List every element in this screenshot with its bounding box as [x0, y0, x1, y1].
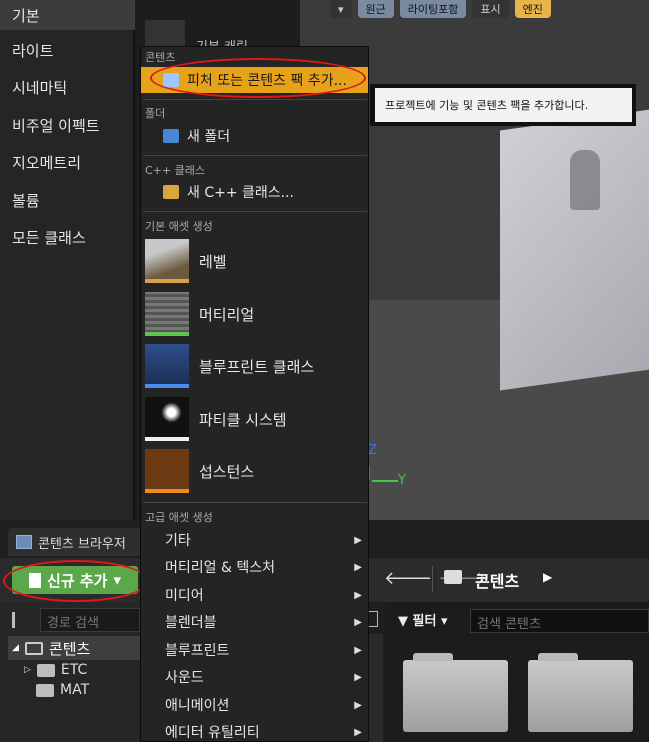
new-document-icon — [29, 572, 42, 588]
collapse-triangle-icon[interactable]: ◢ — [12, 643, 19, 653]
viewport-options-button[interactable]: ▾ — [330, 0, 352, 18]
content-browser-tab[interactable]: 콘텐츠 브라우저 — [8, 528, 143, 556]
asset-folder-tile[interactable] — [528, 653, 633, 732]
chevron-down-icon: ▾ — [440, 614, 448, 629]
open-folder-icon — [24, 641, 43, 655]
asset-level-item[interactable]: 레벨 — [145, 236, 368, 286]
new-folder-item[interactable]: 새 폴더 — [141, 123, 368, 149]
perspective-button[interactable]: 원근 — [357, 0, 394, 18]
feature-pack-icon — [163, 73, 179, 87]
new-folder-icon — [163, 129, 179, 143]
chevron-right-icon[interactable]: ▶ — [543, 570, 552, 584]
new-cpp-class-item[interactable]: 새 C++ 클래스... — [141, 179, 368, 205]
axis-z-label: Z — [368, 443, 377, 458]
category-volumes[interactable]: 볼륨 — [12, 190, 40, 211]
submenu-materials-textures[interactable]: 머티리얼 & 텍스처 ▶ — [141, 554, 368, 580]
folder-icon — [36, 683, 54, 697]
submenu-media[interactable]: 미디어 ▶ — [141, 582, 368, 608]
submenu-arrow-icon: ▶ — [354, 616, 362, 628]
category-lights[interactable]: 라이트 — [12, 40, 53, 61]
menu-divider — [143, 155, 367, 156]
viewport-mannequin — [570, 150, 600, 210]
chevron-down-icon: ▾ — [113, 571, 121, 589]
asset-material-item[interactable]: 머티리얼 — [145, 289, 368, 339]
path-search-input[interactable]: 경로 검색 — [40, 608, 140, 632]
menu-section-basic-assets: 기본 애셋 생성 — [145, 220, 213, 233]
level-icon — [145, 239, 189, 283]
engine-button[interactable]: 엔진 — [514, 0, 551, 18]
submenu-blueprints[interactable]: 블루프린트 ▶ — [141, 637, 368, 663]
particle-icon — [145, 397, 189, 441]
tree-list-icon[interactable] — [12, 612, 30, 628]
filter-button[interactable]: ▼ 필터 ▾ — [398, 610, 448, 629]
submenu-editor-utilities[interactable]: 에디터 유틸리티 ▶ — [141, 719, 368, 742]
material-icon — [145, 292, 189, 336]
tree-item-mat[interactable]: MAT — [36, 682, 89, 698]
add-feature-pack-item[interactable]: 피처 또는 콘텐츠 팩 추가... — [141, 67, 368, 93]
category-visual-effects[interactable]: 비주얼 이펙트 — [12, 115, 100, 136]
submenu-arrow-icon: ▶ — [354, 671, 362, 683]
tooltip: 프로젝트에 기능 및 콘텐츠 팩을 추가합니다. — [374, 87, 633, 123]
category-cinematic[interactable]: 시네마틱 — [12, 77, 67, 98]
submenu-arrow-icon: ▶ — [354, 726, 362, 738]
add-new-menu: 콘텐츠 피처 또는 콘텐츠 팩 추가... 폴더 새 폴더 C++ 클래스 새 … — [140, 46, 369, 742]
menu-section-folder: 폴더 — [145, 107, 166, 120]
lit-button[interactable]: 라이팅포함 — [399, 0, 467, 18]
history-nav: 🡐 🡒 — [384, 568, 487, 589]
submenu-arrow-icon: ▶ — [354, 534, 362, 546]
folder-icon — [444, 570, 462, 584]
submenu-arrow-icon: ▶ — [354, 699, 362, 711]
submenu-blendables[interactable]: 블렌더블 ▶ — [141, 609, 368, 635]
submenu-sounds[interactable]: 사운드 ▶ — [141, 664, 368, 690]
cpp-class-icon — [163, 185, 179, 199]
tree-item-etc[interactable]: ▷ ETC — [24, 662, 87, 678]
add-new-button[interactable]: 신규 추가 ▾ — [12, 566, 138, 594]
axis-y-label: Y — [398, 473, 406, 488]
asset-particle-item[interactable]: 파티클 시스템 — [145, 394, 368, 444]
menu-divider — [143, 99, 367, 100]
toolbar-divider — [432, 566, 433, 592]
back-arrow-icon[interactable]: 🡐 — [384, 568, 432, 589]
category-panel: 기본 라이트 시네마틱 비주얼 이펙트 지오메트리 볼륨 모든 클래스 — [0, 0, 135, 520]
menu-section-cpp: C++ 클래스 — [145, 164, 205, 177]
axis-x-line — [372, 480, 398, 482]
menu-divider — [143, 211, 367, 212]
asset-folder-tile[interactable] — [403, 653, 508, 732]
submenu-arrow-icon: ▶ — [354, 561, 362, 573]
folder-icon — [36, 663, 55, 677]
expand-triangle-icon[interactable]: ▷ — [24, 665, 31, 675]
show-button[interactable]: 표시 — [472, 0, 509, 18]
submenu-arrow-icon: ▶ — [354, 589, 362, 601]
filter-icon: ▼ — [398, 614, 408, 629]
menu-divider — [143, 502, 367, 503]
breadcrumb-content[interactable]: 콘텐츠 — [475, 568, 519, 592]
menu-section-advanced-assets: 고급 애셋 생성 — [145, 511, 213, 524]
submenu-animation[interactable]: 애니메이션 ▶ — [141, 692, 368, 718]
content-browser-icon — [16, 535, 32, 549]
viewport-toolbar: ▾ 원근 라이팅포함 표시 엔진 — [330, 0, 551, 18]
content-search-input[interactable]: 검색 콘텐츠 — [470, 609, 649, 633]
menu-section-content: 콘텐츠 — [145, 51, 176, 64]
submenu-arrow-icon: ▶ — [354, 644, 362, 656]
category-geometry[interactable]: 지오메트리 — [12, 152, 81, 173]
category-all-classes[interactable]: 모든 클래스 — [12, 227, 86, 248]
asset-blueprint-item[interactable]: 블루프린트 클래스 — [145, 341, 368, 391]
category-basic[interactable]: 기본 — [0, 0, 135, 30]
submenu-misc[interactable]: 기타 ▶ — [141, 527, 368, 553]
tree-scrollbar[interactable] — [367, 634, 383, 742]
substance-icon — [145, 449, 189, 493]
asset-substance-item[interactable]: 섭스턴스 — [145, 446, 368, 496]
blueprint-icon — [145, 344, 189, 388]
